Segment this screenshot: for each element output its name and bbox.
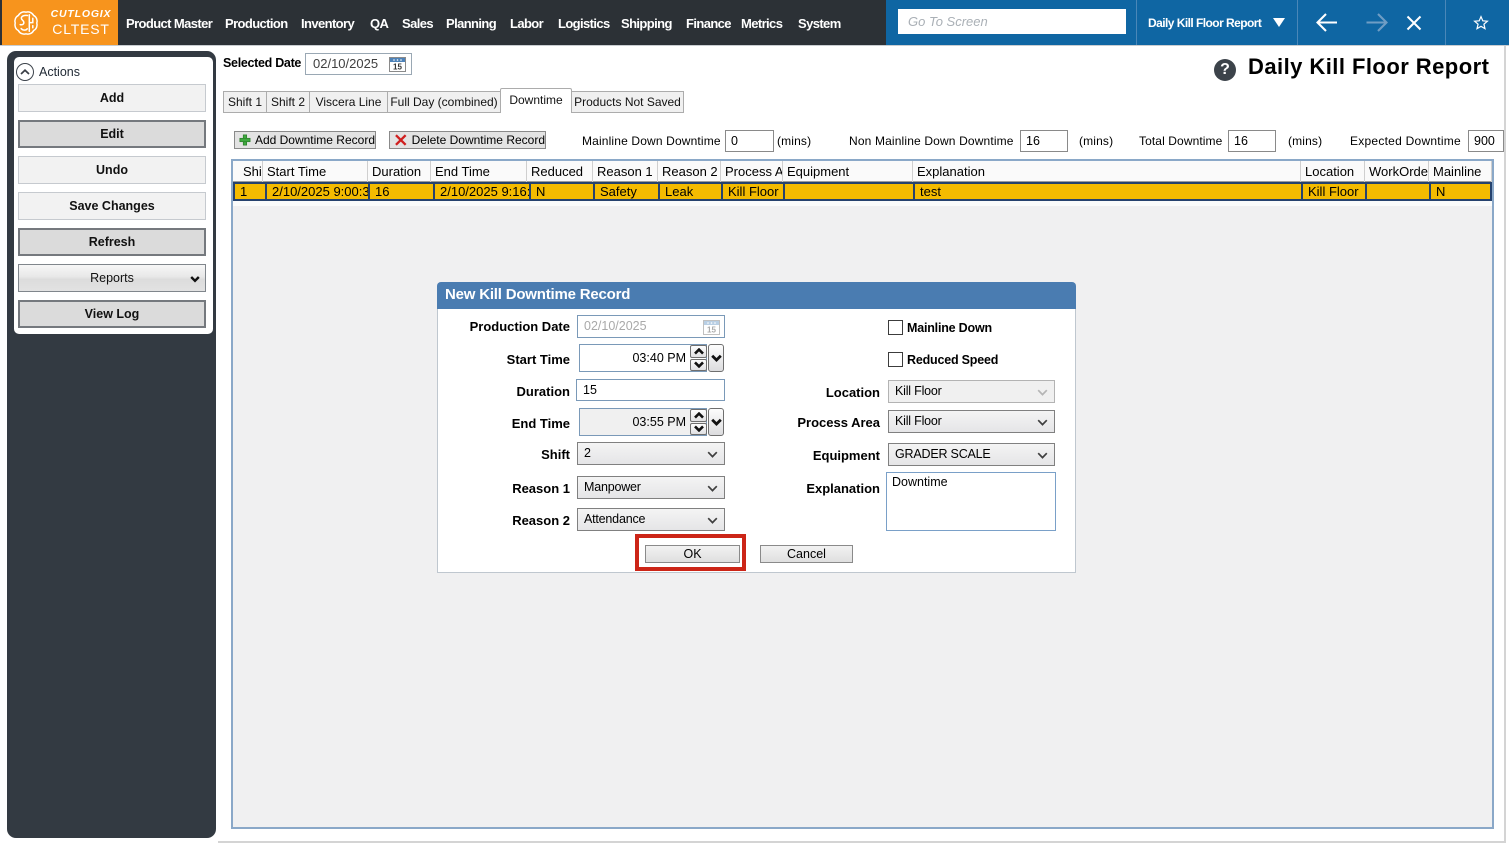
svg-text:15: 15 <box>707 326 716 335</box>
svg-text:15: 15 <box>393 63 402 72</box>
